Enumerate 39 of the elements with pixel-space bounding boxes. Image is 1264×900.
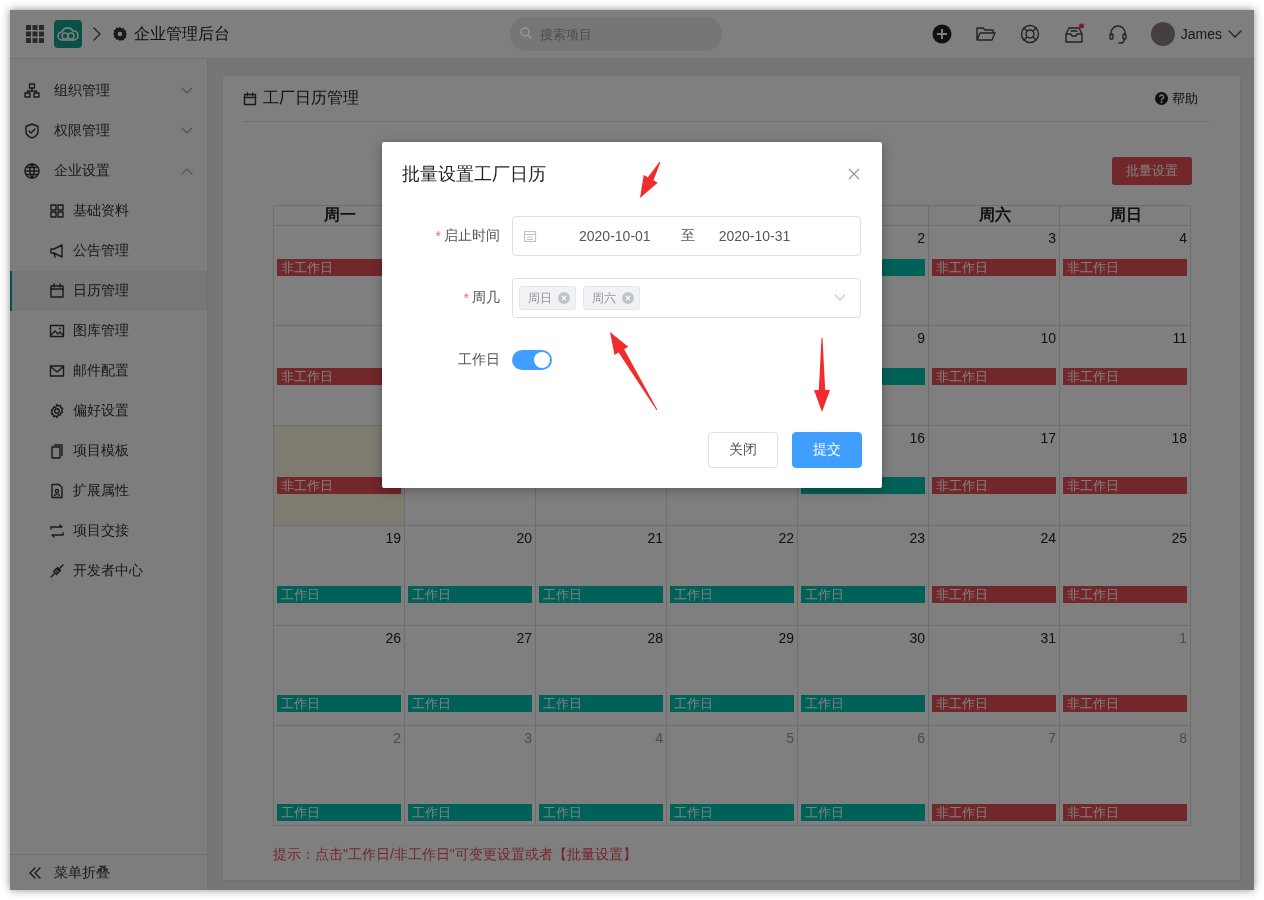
day-number: 22 — [778, 529, 795, 546]
day-number: 23 — [909, 529, 926, 546]
required-mark: * — [435, 228, 441, 244]
day-number: 11 — [1172, 329, 1188, 346]
range-separator: 至 — [680, 227, 695, 245]
day-number: 2 — [917, 229, 926, 246]
day-number: 27 — [516, 629, 533, 646]
weekday-header: 周日 — [1108, 206, 1143, 225]
day-number: 9 — [917, 329, 926, 346]
end-date: 2020-10-31 — [718, 228, 791, 244]
weekday-header: 周一 — [322, 206, 357, 225]
day-number: 17 — [1040, 429, 1057, 446]
day-number: 20 — [516, 529, 533, 546]
day-number: 19 — [385, 529, 402, 546]
day-number: 26 — [385, 629, 402, 646]
day-number: 4 — [1179, 229, 1188, 246]
day-number: 25 — [1171, 529, 1188, 546]
tag-label: 周六 — [592, 289, 616, 307]
day-number: 16 — [909, 429, 926, 446]
tag-label: 周日 — [528, 289, 552, 307]
day-number: 3 — [1048, 229, 1057, 246]
weekday-header: 周六 — [977, 206, 1012, 225]
day-number: 28 — [647, 629, 664, 646]
start-date: 2020-10-01 — [579, 228, 651, 244]
field-label: 启止时间 — [444, 227, 500, 245]
day-number: 31 — [1040, 629, 1057, 646]
day-number: 10 — [1040, 329, 1057, 346]
panel-title: 工厂日历管理 — [263, 88, 359, 108]
app-title: 企业管理后台 — [134, 23, 230, 44]
day-number: 18 — [1171, 429, 1188, 446]
day-number: 30 — [909, 629, 926, 646]
field-label: 周几 — [472, 289, 500, 307]
required-mark: * — [463, 290, 469, 306]
day-number: 29 — [778, 629, 795, 646]
day-number: 24 — [1040, 529, 1057, 546]
field-label: 工作日 — [458, 351, 500, 369]
dialog-title: 批量设置工厂日历 — [402, 163, 546, 186]
day-number: 21 — [647, 529, 664, 546]
hint-text: 提示：点击"工作日/非工作日"可变更设置或者【批量设置】 — [273, 846, 638, 864]
